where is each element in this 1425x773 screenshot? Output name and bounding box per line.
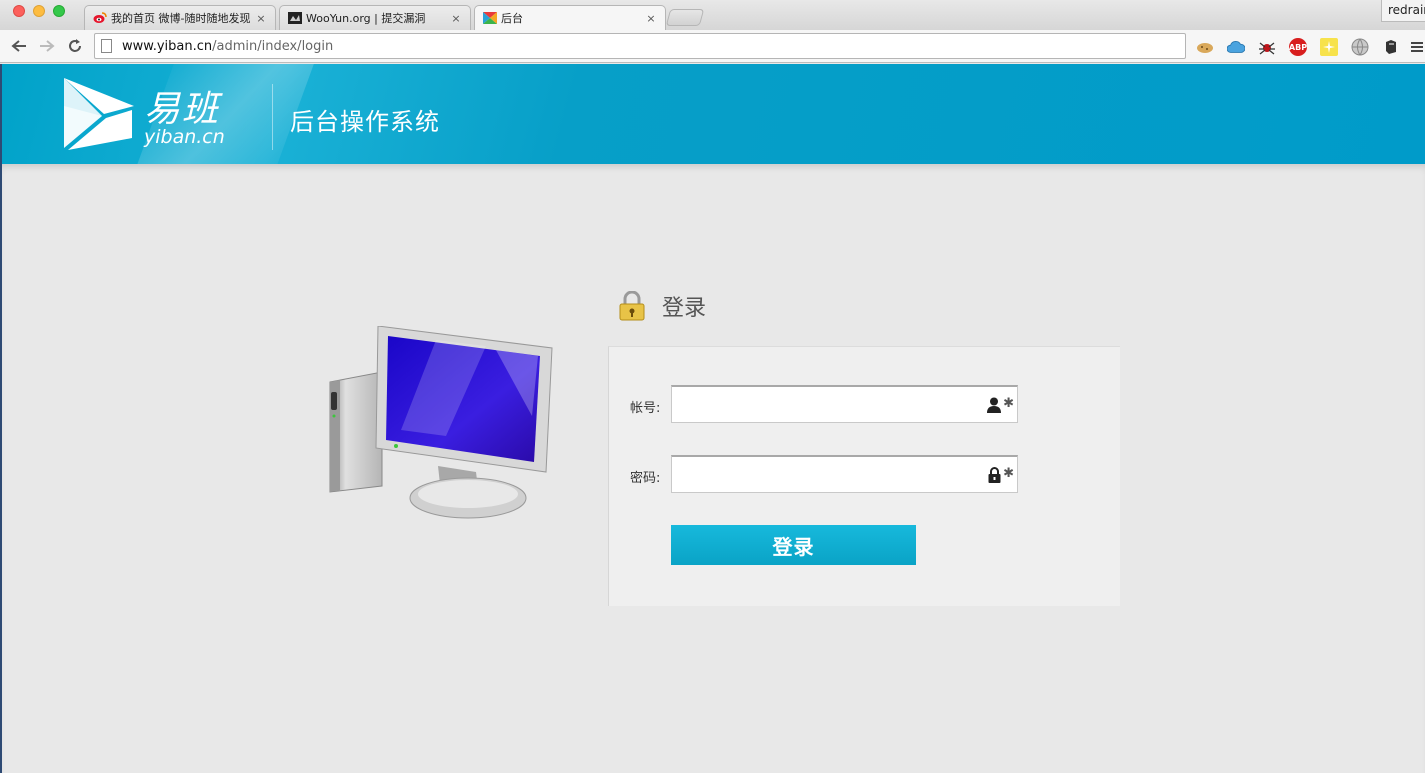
wooyun-icon bbox=[288, 11, 302, 25]
yiban-icon bbox=[483, 11, 497, 25]
address-bar[interactable]: www.yiban.cn /admin/index/login bbox=[94, 33, 1186, 59]
tab-title: 我的首页 微博-随时随地发现 bbox=[111, 12, 251, 25]
close-window-button[interactable] bbox=[13, 5, 25, 17]
spider-icon[interactable] bbox=[1258, 38, 1276, 56]
required-mark: ✱ bbox=[1003, 466, 1014, 481]
adblock-label: ABP bbox=[1288, 42, 1308, 52]
user-icon bbox=[987, 397, 1001, 413]
browser-toolbar: www.yiban.cn /admin/index/login ABP bbox=[0, 30, 1425, 63]
evernote-icon[interactable] bbox=[1382, 38, 1400, 56]
logo-chinese: 易班 bbox=[144, 89, 221, 130]
lock-icon bbox=[988, 467, 1001, 483]
tab-weibo[interactable]: 我的首页 微博-随时随地发现 × bbox=[84, 5, 276, 30]
weibo-icon bbox=[93, 11, 107, 25]
yiban-logo-icon bbox=[64, 78, 134, 150]
padlock-icon bbox=[619, 291, 645, 321]
close-tab-icon[interactable]: × bbox=[255, 12, 267, 25]
tab-title: 后台 bbox=[501, 12, 523, 25]
new-tab-button[interactable] bbox=[665, 9, 705, 26]
minimize-window-button[interactable] bbox=[33, 5, 45, 17]
url-host: www.yiban.cn bbox=[122, 38, 213, 54]
close-tab-icon[interactable]: × bbox=[645, 12, 657, 25]
adblock-icon[interactable]: ABP bbox=[1289, 38, 1307, 56]
header-divider bbox=[272, 84, 273, 150]
back-button[interactable] bbox=[9, 36, 29, 56]
logo-domain: yiban.cn bbox=[144, 126, 225, 148]
menu-icon[interactable] bbox=[1410, 38, 1424, 56]
username-label: 帐号: bbox=[630, 401, 661, 416]
username-field[interactable]: ✱ bbox=[671, 385, 1018, 423]
reload-button[interactable] bbox=[65, 36, 85, 56]
forward-button[interactable] bbox=[37, 36, 57, 56]
password-field[interactable]: ✱ bbox=[671, 455, 1018, 493]
browser-tab-bar: 我的首页 微博-随时随地发现 × WooYun.org | 提交漏洞 × 后台 … bbox=[0, 0, 1425, 30]
computer-illustration bbox=[329, 326, 553, 519]
password-input[interactable] bbox=[672, 457, 972, 491]
password-label: 密码: bbox=[630, 471, 661, 486]
tab-yiban-admin[interactable]: 后台 × bbox=[474, 5, 666, 30]
cookie-icon[interactable] bbox=[1196, 38, 1214, 56]
tab-title: WooYun.org | 提交漏洞 bbox=[306, 12, 426, 25]
profile-button[interactable]: redrain bbox=[1381, 0, 1425, 22]
zoom-window-button[interactable] bbox=[53, 5, 65, 17]
required-mark: ✱ bbox=[1003, 396, 1014, 411]
url-path: /admin/index/login bbox=[212, 38, 334, 54]
close-tab-icon[interactable]: × bbox=[450, 12, 462, 25]
login-heading: 登录 bbox=[618, 290, 706, 322]
page-icon bbox=[101, 39, 112, 53]
tab-wooyun[interactable]: WooYun.org | 提交漏洞 × bbox=[279, 5, 471, 30]
sticky-icon[interactable] bbox=[1320, 38, 1338, 56]
login-title: 登录 bbox=[662, 296, 707, 321]
header-banner: 易班 yiban.cn 后台操作系统 bbox=[2, 64, 1425, 164]
cloud-icon[interactable] bbox=[1227, 38, 1245, 56]
globe-icon[interactable] bbox=[1351, 38, 1369, 56]
system-title: 后台操作系统 bbox=[290, 108, 440, 136]
login-button[interactable]: 登录 bbox=[671, 525, 916, 565]
username-input[interactable] bbox=[672, 387, 972, 421]
